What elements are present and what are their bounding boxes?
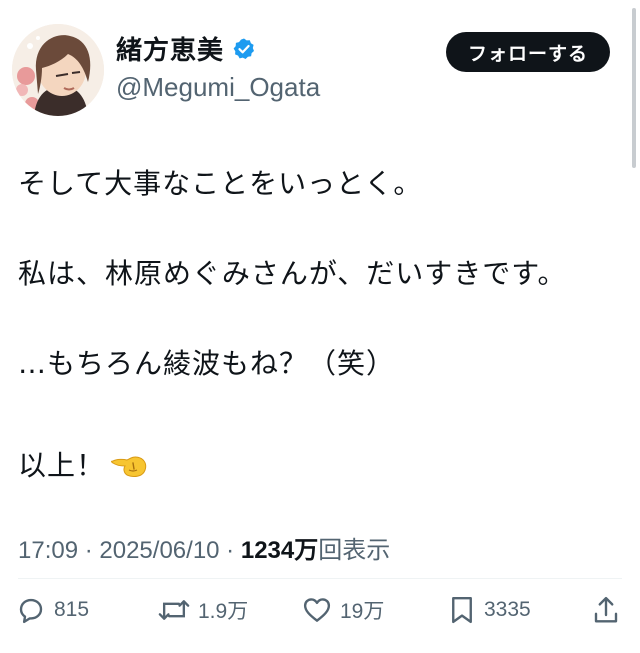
avatar[interactable]	[12, 24, 104, 116]
display-name[interactable]: 緒方恵美	[116, 30, 224, 67]
tweet-date[interactable]: 2025/06/10	[99, 537, 219, 564]
tweet: 緒方恵美 @Megumi_Ogata フォローする そして大事なことをいっとく。…	[0, 0, 640, 653]
follow-button[interactable]: フォローする	[446, 32, 610, 72]
share-icon	[594, 596, 618, 623]
tweet-text-line: 以上！	[18, 449, 106, 482]
heart-icon	[303, 598, 331, 622]
tweet-text-line: …もちろん綾波もね？（笑）	[18, 347, 396, 380]
bookmark-button[interactable]: 3335	[448, 590, 531, 630]
tweet-meta: 17:09 · 2025/06/10 · 1234万回表示	[18, 530, 390, 565]
meta-separator: ·	[219, 537, 241, 564]
reply-count: 815	[54, 598, 90, 621]
bookmark-count: 3335	[484, 598, 531, 621]
user-handle[interactable]: @Megumi_Ogata	[116, 72, 320, 103]
bookmark-icon	[452, 596, 472, 624]
meta-separator: ·	[78, 537, 100, 564]
views-label: 回表示	[318, 537, 391, 564]
views-count: 1234万	[240, 537, 319, 564]
tweet-text-line: 私は、林原めぐみさんが、だいすきです。	[18, 257, 567, 290]
divider	[18, 578, 622, 579]
reply-button[interactable]: 815	[16, 590, 89, 630]
like-count: 19万	[340, 600, 385, 623]
like-button[interactable]: 19万	[302, 590, 384, 630]
tweet-text-line-last: 以上！	[18, 444, 149, 484]
scrollbar[interactable]	[632, 8, 636, 168]
share-button[interactable]	[592, 590, 620, 630]
repost-count: 1.9万	[198, 600, 249, 623]
avatar-illustration	[12, 24, 104, 116]
action-bar: 815 1.9万 19万 3335	[0, 590, 640, 630]
reply-icon	[19, 598, 43, 624]
repost-button[interactable]: 1.9万	[158, 590, 248, 630]
tweet-text-line: そして大事なことをいっとく。	[18, 167, 423, 200]
pointing-hand-emoji-icon	[111, 456, 147, 477]
repost-icon	[158, 600, 190, 620]
tweet-time[interactable]: 17:09	[18, 537, 78, 564]
verified-badge-icon	[233, 38, 255, 59]
name-row: 緒方恵美	[116, 30, 256, 67]
